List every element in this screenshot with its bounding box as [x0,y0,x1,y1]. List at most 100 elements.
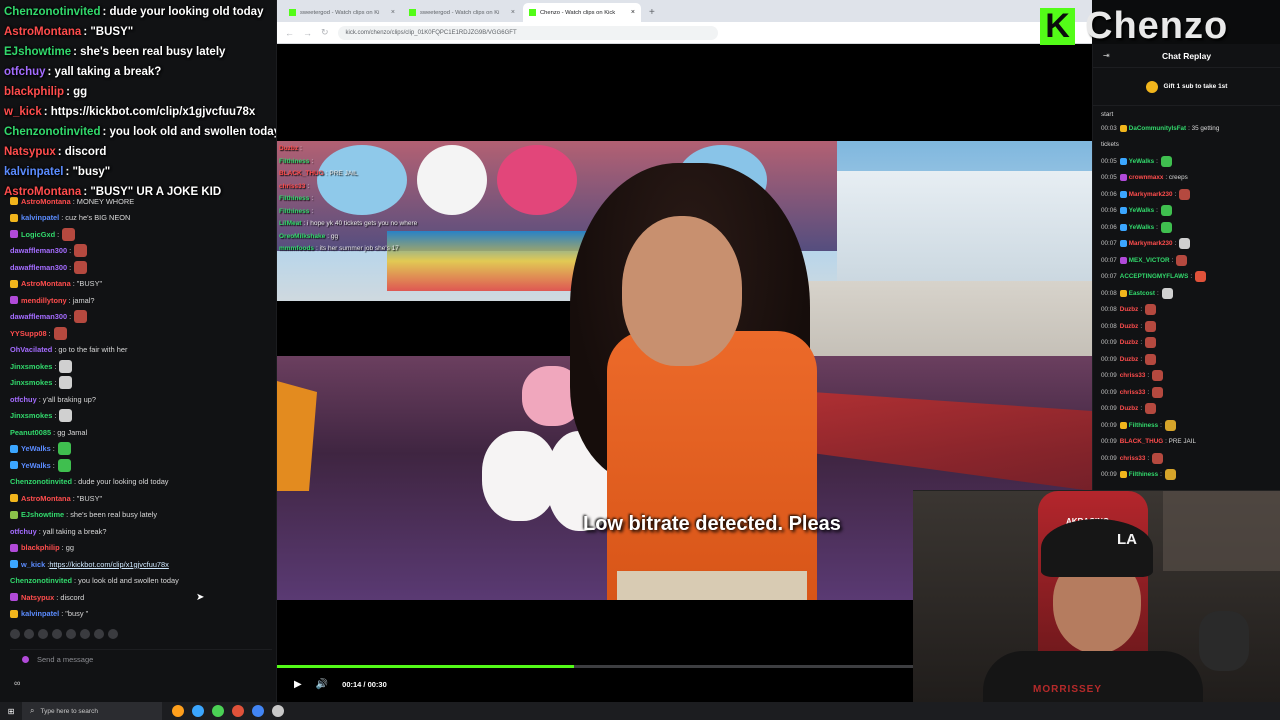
chat-username[interactable]: AstroMontana [4,186,81,198]
chat-username[interactable]: dawaffleman300 [10,263,67,272]
chat-username[interactable]: BLACK_THUG [1120,438,1163,445]
chat-replay-message: 00:07 Markymark230: [1101,236,1280,253]
emote-icon[interactable] [108,629,118,639]
chat-username[interactable]: Filthiness [1129,422,1158,429]
play-icon[interactable]: ▶ [294,679,302,690]
emote-icon[interactable] [10,629,20,639]
chat-username[interactable]: w_kick [4,106,42,118]
emote-bar[interactable] [10,629,118,639]
overlay-chat-line: EJshowtime: she's been real busy lately [4,42,276,62]
chat-username[interactable]: YeWalks [1129,224,1154,231]
chat-username[interactable]: kalvinpatel [21,213,59,222]
emote-icon[interactable] [52,629,62,639]
emote-icon[interactable] [38,629,48,639]
chat-username[interactable]: Natsypux [4,146,56,158]
chat-username[interactable]: otfchuy [4,66,46,78]
chat-username[interactable]: Chenzonotinvited [4,6,100,18]
chat-username[interactable]: blackphilip [21,543,60,552]
chat-username[interactable]: Chenzonotinvited [4,126,100,138]
emote-icon[interactable] [94,629,104,639]
chat-username[interactable]: w_kick [21,560,45,569]
forward-icon[interactable]: → [303,28,312,38]
chat-username[interactable]: Jinxsmokes [10,362,52,371]
browser-tab[interactable]: sweetergod - Watch clips on Ki × [403,3,521,22]
browser-tab[interactable]: sweetergod - Watch clips on Ki × [283,3,401,22]
chat-username[interactable]: AstroMontana [4,26,81,38]
chat-settings-icon[interactable]: ∞ [14,678,20,688]
chat-username[interactable]: Filthiness [1129,471,1158,478]
gift-sub-button[interactable]: Gift 1 sub to take 1st [1093,68,1280,106]
chat-username[interactable]: kalvinpatel [21,609,59,618]
close-tab-icon[interactable]: × [391,9,395,16]
chat-username[interactable]: YeWalks [21,461,51,470]
chat-username[interactable]: dawaffleman300 [10,312,67,321]
chat-username[interactable]: Markymark230 [1129,240,1173,247]
taskbar-app-icon[interactable] [212,705,224,717]
chat-username[interactable]: MEX_VICTOR [1129,257,1170,264]
reload-icon[interactable]: ↻ [321,27,329,38]
badge-icon [10,609,18,618]
windows-start-icon[interactable]: ⊞ [0,707,22,716]
chat-username[interactable]: YeWalks [1129,158,1154,165]
chat-username[interactable]: chriss33 [1120,372,1146,379]
chat-replay-message: 00:09 Duzbz: [1101,401,1280,418]
volume-icon[interactable]: 🔊 [316,679,328,690]
taskbar-app-icon[interactable] [192,705,204,717]
emote-icon [1145,304,1157,316]
taskbar-app-icon[interactable] [252,705,264,717]
taskbar-app-icon[interactable] [272,705,284,717]
chat-username[interactable]: Duzbz [1120,323,1139,330]
chat-username[interactable]: AstroMontana [21,494,71,503]
emote-icon[interactable] [66,629,76,639]
emote-icon[interactable] [80,629,90,639]
chat-username[interactable]: Duzbz [1120,405,1139,412]
chat-text: : jamal? [68,295,95,305]
chat-username[interactable]: YeWalks [1129,207,1154,214]
chat-username[interactable]: YYSupp08 [10,329,47,338]
taskbar-app-icon[interactable] [232,705,244,717]
taskbar-search[interactable]: ⌕ Type here to search [22,702,162,720]
new-tab-button[interactable]: + [643,7,661,22]
chat-username[interactable]: LogicGxd [21,230,55,239]
close-tab-icon[interactable]: × [511,9,515,16]
chat-username[interactable]: Jinxsmokes [10,378,52,387]
chat-username[interactable]: Natsypux [21,593,54,602]
chat-username[interactable]: ACCEPTINGMYFLAWS [1120,273,1189,280]
chat-username[interactable]: DaCommunityIsFat [1129,125,1186,132]
chat-username[interactable]: chriss33 [1120,455,1146,462]
chat-username[interactable]: EJshowtime [4,46,71,58]
browser-tab[interactable]: Chenzo - Watch clips on Kick × [523,3,641,22]
chat-username[interactable]: Jinxsmokes [10,411,52,420]
chat-username[interactable]: AstroMontana [21,279,71,288]
chat-username[interactable]: Duzbz [1120,356,1139,363]
chat-username[interactable]: OhVacilated [10,345,52,354]
chat-username[interactable]: EJshowtime [21,510,64,519]
close-tab-icon[interactable]: × [631,9,635,16]
time-display: 00:14 / 00:30 [342,679,387,689]
chat-username[interactable]: kalvinpatel [4,166,63,178]
chat-username[interactable]: Chenzonotinvited [10,576,72,585]
chat-username[interactable]: crownmaxx [1129,174,1164,181]
chat-username[interactable]: otfchuy [10,527,37,536]
chat-link[interactable]: https://kickbot.com/clip/x1gjvcfuu78x [49,560,169,569]
chat-username[interactable]: Duzbz [1120,339,1139,346]
collapse-chat-icon[interactable]: ⇥ [1103,51,1110,60]
chat-username[interactable]: otfchuy [10,395,37,404]
chat-username[interactable]: Duzbz [1120,306,1139,313]
chat-username[interactable]: Eastcost [1129,290,1155,297]
emote-icon[interactable] [24,629,34,639]
url-field[interactable]: kick.com/chenzo/clips/clip_01K0FQPC1E1RD… [337,25,718,40]
chat-username[interactable]: Chenzonotinvited [10,477,72,486]
back-icon[interactable]: ← [285,28,294,38]
chat-username[interactable]: YeWalks [21,444,51,453]
taskbar-app-icon[interactable] [172,705,184,717]
chat-username[interactable]: chriss33 [1120,389,1146,396]
chat-message: dawaffleman300: [0,259,276,276]
chat-username[interactable]: blackphilip [4,86,64,98]
chat-username[interactable]: dawaffleman300 [10,246,67,255]
chat-username[interactable]: mendillytony [21,296,67,305]
send-message-input[interactable]: Send a message [10,649,272,669]
progress-bar[interactable] [277,665,914,668]
chat-username[interactable]: Peanut0085 [10,428,51,437]
chat-username[interactable]: Markymark230 [1129,191,1173,198]
